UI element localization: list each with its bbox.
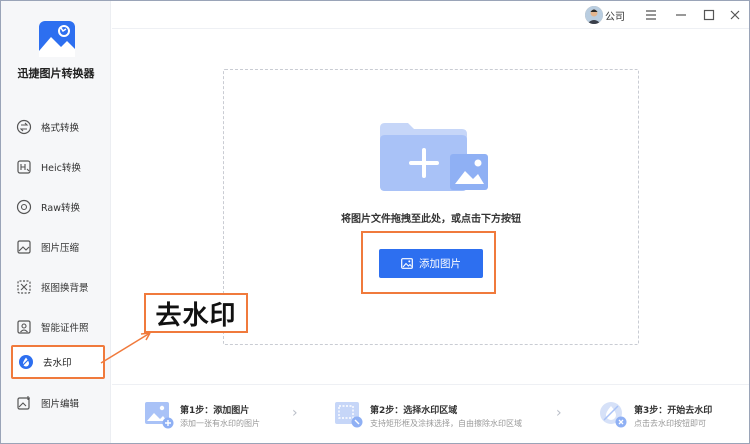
sidebar-item-label: 抠图换背景 bbox=[41, 283, 89, 294]
sidebar-item-cutout[interactable]: 抠图换背景 bbox=[11, 271, 105, 303]
sidebar-item-label: 格式转换 bbox=[41, 123, 80, 134]
chevron-right-icon: › bbox=[292, 405, 298, 421]
sidebar-item-format-convert[interactable]: 格式转换 bbox=[11, 111, 105, 143]
sidebar-item-label: Raw转换 bbox=[41, 203, 80, 214]
sidebar-item-watermark[interactable]: 去水印 bbox=[11, 345, 105, 379]
step-title: 第2步：选择水印区域 bbox=[370, 406, 458, 416]
add-image-button[interactable]: 添加图片 bbox=[379, 249, 483, 278]
add-image-step-icon bbox=[145, 402, 174, 429]
sidebar-item-id-photo[interactable]: 智能证件照 bbox=[11, 311, 105, 343]
sidebar-item-label: 智能证件照 bbox=[41, 323, 89, 334]
select-area-step-icon bbox=[335, 402, 363, 428]
app-logo-icon bbox=[39, 21, 75, 57]
minimize-icon[interactable] bbox=[671, 5, 691, 25]
sidebar-item-label: 图片压缩 bbox=[41, 243, 80, 254]
chevron-right-icon: › bbox=[556, 405, 562, 421]
callout-label: 去水印 bbox=[144, 293, 248, 333]
sidebar-item-compress[interactable]: 图片压缩 bbox=[11, 231, 105, 263]
remove-watermark-step-icon bbox=[600, 402, 627, 428]
sidebar: 迅捷图片转换器 格式转换 Heic转换 Raw转换 图片压缩 抠图换背景 智能证… bbox=[1, 1, 111, 443]
format-convert-icon bbox=[15, 118, 33, 136]
account-name[interactable]: 公司 bbox=[605, 8, 625, 23]
sidebar-item-raw[interactable]: Raw转换 bbox=[11, 191, 105, 223]
sidebar-item-label: Heic转换 bbox=[41, 163, 81, 174]
sidebar-item-image-edit[interactable]: 图片编辑 bbox=[11, 387, 105, 419]
drop-zone[interactable] bbox=[223, 69, 639, 345]
sidebar-item-heic[interactable]: Heic转换 bbox=[11, 151, 105, 183]
id-photo-icon bbox=[15, 318, 33, 336]
sidebar-item-label: 去水印 bbox=[43, 358, 72, 369]
app-title: 迅捷图片转换器 bbox=[17, 67, 95, 80]
compress-icon bbox=[15, 238, 33, 256]
step-title: 第1步：添加图片 bbox=[180, 406, 250, 416]
close-icon[interactable] bbox=[725, 5, 745, 25]
cutout-icon bbox=[15, 278, 33, 296]
sidebar-item-label: 图片编辑 bbox=[41, 399, 80, 410]
step-desc: 支持矩形框及涂抹选择，自由擦除水印区域 bbox=[370, 419, 522, 428]
step-desc: 点击去水印按钮即可 bbox=[634, 419, 706, 428]
raw-icon bbox=[15, 198, 33, 216]
image-icon bbox=[401, 258, 413, 269]
avatar[interactable] bbox=[585, 6, 603, 24]
image-edit-icon bbox=[15, 394, 33, 412]
watermark-icon bbox=[17, 353, 35, 371]
step-title: 第3步：开始去水印 bbox=[634, 406, 713, 416]
drop-instruction: 将图片文件拖拽至此处，或点击下方按钮 bbox=[341, 214, 521, 225]
steps-bar: 第1步：添加图片 添加一张有水印的图片 › 第2步：选择水印区域 支持矩形框及涂… bbox=[112, 384, 749, 443]
add-image-label: 添加图片 bbox=[419, 258, 461, 270]
step-desc: 添加一张有水印的图片 bbox=[180, 419, 260, 428]
folder-image-icon bbox=[380, 123, 488, 191]
title-bar: 公司 bbox=[112, 1, 749, 29]
maximize-icon[interactable] bbox=[699, 5, 719, 25]
heic-icon bbox=[15, 158, 33, 176]
hamburger-icon[interactable] bbox=[641, 5, 661, 25]
